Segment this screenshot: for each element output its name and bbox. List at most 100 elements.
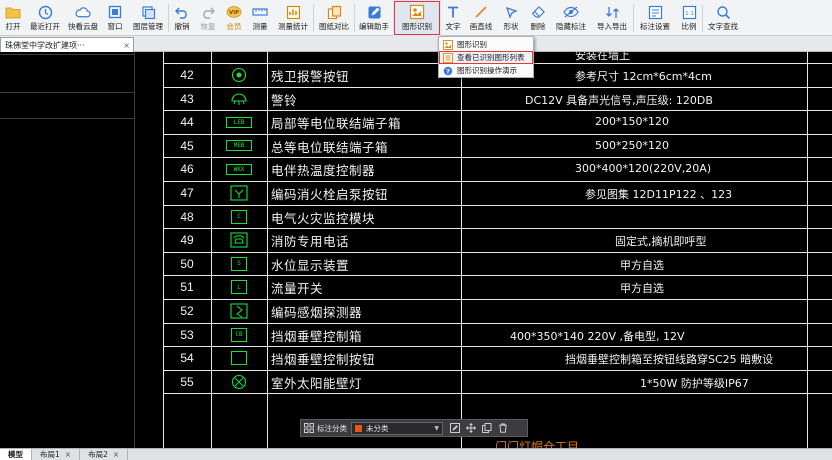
vip-icon: VIP <box>226 4 242 20</box>
window-button[interactable]: 窗口 <box>102 0 128 36</box>
row-number: 53 <box>180 327 194 342</box>
undo-icon <box>174 4 190 20</box>
annotation-category-bar: 标注分类 未分类 ▼ <box>300 419 528 437</box>
eraser-icon <box>530 4 546 20</box>
compare-button[interactable]: 图纸对比 <box>314 0 354 36</box>
cloud-icon <box>75 4 91 20</box>
assistant-button[interactable]: 编辑助手 <box>355 0 393 36</box>
device-name: 警铃 <box>271 92 298 108</box>
hide-annotation-button[interactable]: 隐藏标注 <box>551 0 591 36</box>
row-number: 44 <box>180 115 194 130</box>
document-tab[interactable]: 珠佛堂中学改扩建项··· × <box>0 37 134 52</box>
row-number: 45 <box>180 138 194 153</box>
grid-icon[interactable] <box>301 420 317 436</box>
annotation-category-value: 未分类 <box>366 423 389 433</box>
svg-text:1:1: 1:1 <box>685 11 694 17</box>
legend-symbol: C <box>211 208 267 226</box>
vip-button[interactable]: VIP 会员 <box>221 0 247 36</box>
label-settings-icon <box>647 4 663 20</box>
line-button[interactable]: 画直线 <box>465 0 497 36</box>
left-panel <box>0 52 135 448</box>
device-name: 电伴热温度控制器 <box>271 163 376 179</box>
document-tab-title: 珠佛堂中学改扩建项··· <box>5 40 85 50</box>
device-name: 局部等电位联结端子箱 <box>271 116 402 132</box>
svg-text:VIP: VIP <box>229 10 239 16</box>
edit-icon[interactable] <box>447 420 463 436</box>
device-name: 编码感烟探测器 <box>271 305 363 320</box>
shape-button[interactable]: 形状 <box>497 0 525 36</box>
main-toolbar: 打开 最近打开 快看云盘 窗口 图层管理 撤销 恢复 VIP 会员 测量 测量统… <box>0 0 832 36</box>
close-icon[interactable]: × <box>123 41 130 50</box>
tab-layout1[interactable]: 布局1 × <box>32 449 81 460</box>
measure-button[interactable]: 测量 <box>247 0 273 36</box>
shape-icon <box>503 4 519 20</box>
symbol-box: C <box>231 209 247 224</box>
device-spec: DC12V 具备声光信号,声压级: 120DB <box>525 93 713 107</box>
recent-button[interactable]: 最近打开 <box>26 0 64 36</box>
row-number: 48 <box>180 209 194 224</box>
annotation-category-select[interactable]: 未分类 ▼ <box>351 421 443 435</box>
row-number: 54 <box>180 351 194 366</box>
tab-layout2[interactable]: 布局2 × <box>80 449 129 460</box>
trash-icon[interactable] <box>495 420 511 436</box>
symbol-box: S <box>231 256 247 271</box>
measure-stats-button[interactable]: 测量统计 <box>273 0 313 36</box>
drawing-canvas[interactable]: 安装在墙上 42 残卫报警按钮 参考尺寸 12cm*6cm*4cm 43 警铃 DC12V… <box>135 52 832 448</box>
copy-icon[interactable] <box>479 420 495 436</box>
recognize-dropdown-menu: 图形识别 查看已识别图形列表 ? 图形识别操作演示 <box>438 36 534 78</box>
redo-button[interactable]: 恢复 <box>195 0 221 36</box>
legend-symbol: LEB <box>211 113 267 131</box>
symbol-box: L <box>231 280 247 295</box>
recognize-button[interactable]: 图形识别 <box>393 0 441 36</box>
find-text-button[interactable]: 文字查找 <box>703 0 743 36</box>
symbol-box: LEB <box>226 116 252 128</box>
search-icon <box>715 4 731 20</box>
chevron-down-icon: ▼ <box>434 424 439 432</box>
close-icon[interactable]: × <box>65 450 71 459</box>
window-icon <box>107 4 123 20</box>
row-number: 42 <box>180 68 194 82</box>
legend-symbol <box>211 302 267 320</box>
row-number: 52 <box>180 304 194 318</box>
device-name: 水位显示装置 <box>271 257 350 273</box>
legend-symbol <box>211 184 267 202</box>
legend-symbol: MEB <box>211 137 267 155</box>
device-name: 室外太阳能壁灯 <box>271 375 363 391</box>
row-number: 50 <box>180 256 194 271</box>
device-name: 电气火灾监控模块 <box>271 210 376 226</box>
text-button[interactable]: 文字 <box>441 0 465 36</box>
legend-symbol: S <box>211 255 267 273</box>
menu-item-demo[interactable]: ? 图形识别操作演示 <box>439 64 533 77</box>
delete-button[interactable]: 删除 <box>525 0 551 36</box>
device-name: 挡烟垂壁控制按钮 <box>271 352 376 368</box>
open-button[interactable]: 打开 <box>0 0 26 36</box>
annotation-category-label: 标注分类 <box>317 423 347 433</box>
eye-off-icon <box>563 4 579 20</box>
cloud-button[interactable]: 快看云盘 <box>64 0 102 36</box>
compare-icon <box>326 4 342 20</box>
legend-symbol <box>211 349 267 367</box>
device-spec: 参考尺寸 12cm*6cm*4cm <box>575 70 712 83</box>
recognize-icon <box>443 39 453 50</box>
device-spec: 200*150*120 <box>595 115 669 129</box>
move-icon[interactable] <box>463 420 479 436</box>
list-icon <box>443 52 453 63</box>
close-icon[interactable]: × <box>113 450 119 459</box>
folder-icon <box>5 4 21 20</box>
undo-button[interactable]: 撤销 <box>169 0 195 36</box>
import-export-icon <box>604 4 620 20</box>
scale-button[interactable]: 1:1 比例 <box>676 0 702 36</box>
symbol-box: MEB <box>226 140 252 152</box>
device-name: 挡烟垂壁控制箱 <box>271 328 363 344</box>
tab-model[interactable]: 模型 <box>0 449 32 460</box>
device-name: 编码消火栓启泵按钮 <box>271 187 389 202</box>
import-export-button[interactable]: 导入导出 <box>591 0 633 36</box>
label-settings-button[interactable]: 标注设置 <box>634 0 676 36</box>
menu-item-recognize[interactable]: 图形识别 <box>439 38 533 51</box>
row-number: 46 <box>180 162 194 177</box>
menu-item-view-recognized-list[interactable]: 查看已识别图形列表 <box>439 51 533 64</box>
svg-text:?: ? <box>446 67 450 75</box>
line-icon <box>473 4 489 20</box>
layers-button[interactable]: 图层管理 <box>128 0 168 36</box>
layout-tabs: 模型 布局1 × 布局2 × <box>0 448 832 460</box>
